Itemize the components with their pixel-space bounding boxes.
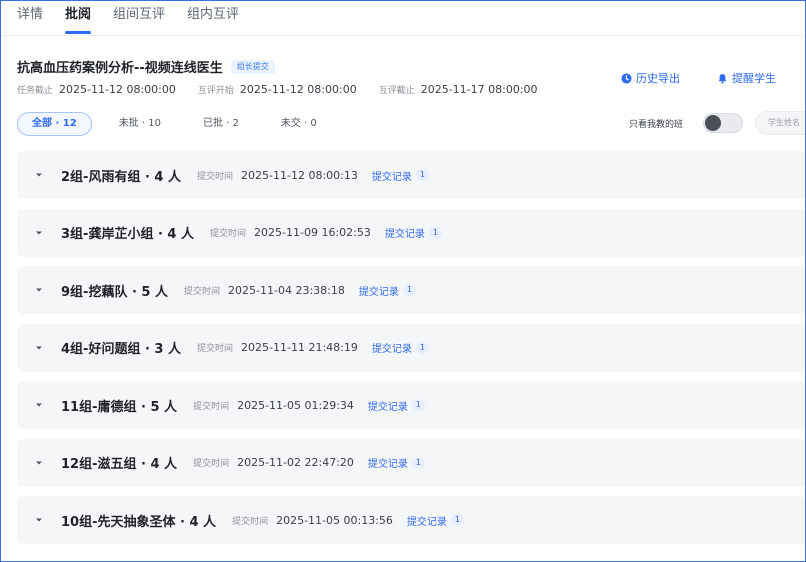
filter-all[interactable]: 全部 · 12: [17, 112, 92, 136]
caret-down-icon[interactable]: [35, 171, 43, 179]
submission-record-count: 1: [411, 456, 425, 469]
group-list: 2组-风雨有组 · 4 人 提交时间 2025-11-12 08:00:13 提…: [17, 151, 805, 554]
group-name: 11组-庸德组 · 5 人: [61, 399, 178, 415]
submission-record-count: 1: [411, 399, 425, 411]
review-deadline-label: 互评截止: [378, 86, 415, 96]
group-row[interactable]: 3组-龚岸芷小组 · 4 人 提交时间 2025-11-09 16:02:53 …: [17, 208, 805, 257]
caret-down-icon[interactable]: [35, 229, 43, 237]
group-name: 4组-好问题组 · 3 人: [61, 342, 182, 357]
submit-time-label: 提交时间: [197, 171, 234, 182]
submit-time-label: 提交时间: [232, 516, 269, 527]
task-title-row: 抗高血压药案例分析--视频连线医生 组长提交: [17, 57, 275, 76]
submit-mode-badge: 组长提交: [230, 59, 275, 74]
group-name: 2组-风雨有组 · 4 人: [61, 169, 182, 185]
group-row[interactable]: 9组-挖藕队 · 5 人 提交时间 2025-11-04 23:38:18 提交…: [17, 266, 805, 314]
submission-record-count: 1: [428, 226, 442, 239]
submission-record-link[interactable]: 提交记录: [368, 455, 408, 470]
group-name: 3组-龚岸芷小组 · 4 人: [61, 227, 195, 242]
submission-record-count: 1: [402, 284, 416, 296]
caret-down-icon[interactable]: [35, 344, 43, 352]
group-row[interactable]: 10组-先天抽象圣体 · 4 人 提交时间 2025-11-05 00:13:5…: [17, 496, 805, 544]
submit-time-value: 2025-11-09 16:02:53: [254, 226, 371, 239]
submit-time-label: 提交时间: [193, 401, 230, 412]
tab-bar: 详情 批阅 组间互评 组内互评: [17, 5, 261, 35]
history-export-button[interactable]: 历史导出: [621, 70, 680, 86]
remind-students-label: 提醒学生: [732, 72, 776, 85]
submission-record-link[interactable]: 提交记录: [407, 513, 447, 528]
submission-record-link[interactable]: 提交记录: [372, 340, 412, 355]
submit-time-value: 2025-11-12 08:00:13: [241, 168, 358, 182]
filter-unreviewed[interactable]: 未批 · 10: [104, 112, 176, 136]
submission-record-count: 1: [450, 514, 464, 526]
submission-record-link[interactable]: 提交记录: [372, 168, 412, 183]
submit-time-value: 2025-11-05 01:29:34: [237, 398, 354, 412]
submit-time-value: 2025-11-11 21:48:19: [241, 341, 358, 354]
task-deadline-value: 2025-11-12 08:00:00: [59, 83, 176, 96]
group-row[interactable]: 4组-好问题组 · 3 人 提交时间 2025-11-11 21:48:19 提…: [17, 323, 805, 372]
status-filter-bar: 全部 · 12 未批 · 10 已批 · 2 未交 · 0: [17, 112, 344, 136]
review-start-label: 互评开始: [197, 86, 234, 96]
submit-time-label: 提交时间: [197, 344, 234, 354]
tab-intra-group-review[interactable]: 组内互评: [187, 5, 239, 35]
review-start-value: 2025-11-12 08:00:00: [239, 83, 357, 96]
history-export-label: 历史导出: [636, 72, 680, 85]
submit-time-label: 提交时间: [184, 286, 221, 297]
group-name: 9组-挖藕队 · 5 人: [61, 284, 169, 300]
group-name: 12组-滋五组 · 4 人: [61, 457, 178, 472]
submission-record-link[interactable]: 提交记录: [359, 283, 399, 298]
tab-review[interactable]: 批阅: [65, 5, 92, 35]
tab-divider: [1, 35, 805, 36]
bell-icon: [718, 73, 727, 84]
caret-down-icon[interactable]: [35, 516, 43, 524]
submission-record-link[interactable]: 提交记录: [368, 398, 408, 413]
group-row[interactable]: 12组-滋五组 · 4 人 提交时间 2025-11-02 22:47:20 提…: [17, 438, 805, 487]
task-meta: 任务截止 2025-11-12 08:00:00 互评开始 2025-11-12…: [17, 83, 560, 96]
filter-not-submitted[interactable]: 未交 · 0: [266, 112, 332, 136]
submit-time-value: 2025-11-02 22:47:20: [237, 456, 354, 469]
caret-down-icon[interactable]: [35, 286, 43, 294]
review-deadline-value: 2025-11-17 08:00:00: [420, 83, 538, 96]
submit-time-label: 提交时间: [210, 229, 247, 239]
filter-reviewed[interactable]: 已批 · 2: [188, 112, 254, 136]
group-row[interactable]: 11组-庸德组 · 5 人 提交时间 2025-11-05 01:29:34 提…: [17, 381, 805, 429]
tab-details[interactable]: 详情: [17, 5, 43, 35]
student-search-input[interactable]: 学生姓名: [755, 111, 805, 135]
remind-students-button[interactable]: 提醒学生: [717, 70, 776, 86]
task-title: 抗高血压药案例分析--视频连线医生: [17, 61, 223, 76]
review-panel: 详情 批阅 组间互评 组内互评 抗高血压药案例分析--视频连线医生 组长提交 任…: [0, 0, 806, 562]
task-deadline-label: 任务截止: [17, 86, 54, 96]
tab-inter-group-review[interactable]: 组间互评: [113, 5, 165, 35]
submission-record-link[interactable]: 提交记录: [385, 225, 425, 240]
caret-down-icon[interactable]: [35, 401, 43, 409]
only-my-classes-label: 只看我教的班: [629, 120, 684, 130]
only-my-classes-toggle[interactable]: [703, 113, 743, 133]
history-icon: [621, 72, 632, 84]
submit-time-label: 提交时间: [193, 459, 230, 469]
caret-down-icon[interactable]: [35, 459, 43, 467]
submit-time-value: 2025-11-05 00:13:56: [276, 513, 393, 527]
submission-record-count: 1: [415, 169, 429, 181]
toggle-knob: [705, 115, 721, 131]
group-row[interactable]: 2组-风雨有组 · 4 人 提交时间 2025-11-12 08:00:13 提…: [17, 151, 805, 199]
submission-record-count: 1: [415, 341, 429, 354]
group-name: 10组-先天抽象圣体 · 4 人: [61, 514, 217, 530]
submit-time-value: 2025-11-04 23:38:18: [228, 283, 345, 297]
